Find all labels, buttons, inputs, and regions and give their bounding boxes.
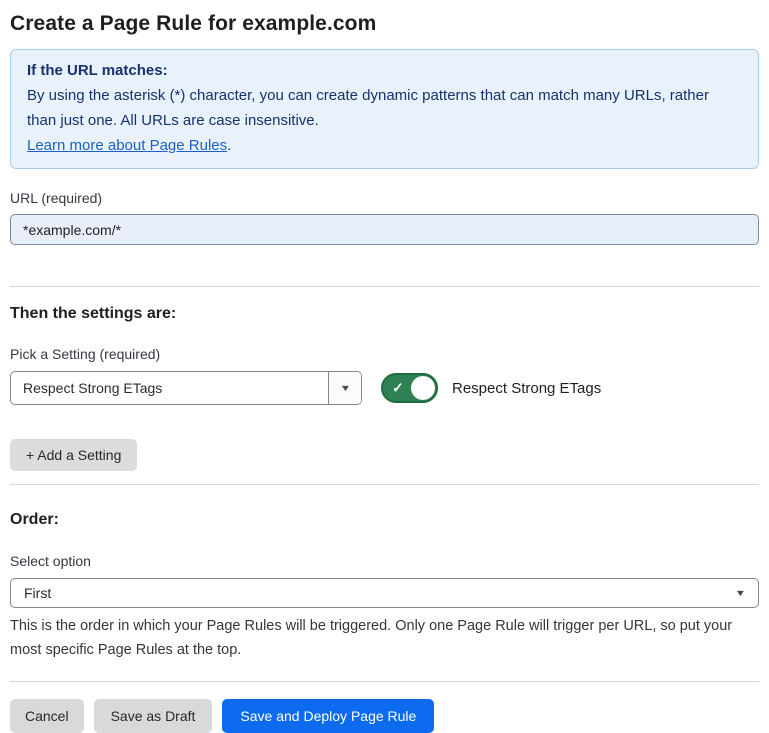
add-setting-button[interactable]: + Add a Setting <box>10 439 137 471</box>
divider <box>10 484 759 485</box>
info-box-body: By using the asterisk (*) character, you… <box>27 83 742 133</box>
info-box-link-line: Learn more about Page Rules. <box>27 133 742 158</box>
toggle-knob <box>411 376 435 400</box>
divider <box>10 681 759 682</box>
save-as-draft-button[interactable]: Save as Draft <box>94 699 213 733</box>
footer-buttons: Cancel Save as Draft Save and Deploy Pag… <box>10 699 759 733</box>
url-input[interactable] <box>10 214 759 245</box>
setting-row: Respect Strong ETags ▼ ✓ Respect Strong … <box>10 371 759 405</box>
info-box-heading: If the URL matches: <box>27 58 742 83</box>
order-help-text: This is the order in which your Page Rul… <box>10 614 759 662</box>
respect-strong-etags-toggle[interactable]: ✓ <box>381 373 438 403</box>
learn-more-link[interactable]: Learn more about Page Rules <box>27 137 227 154</box>
save-and-deploy-button[interactable]: Save and Deploy Page Rule <box>222 699 434 733</box>
url-matches-info-box: If the URL matches: By using the asteris… <box>10 49 759 169</box>
chevron-down-icon: ▼ <box>735 588 747 598</box>
setting-select-value: Respect Strong ETags <box>11 372 328 404</box>
setting-select[interactable]: Respect Strong ETags ▼ <box>10 371 362 405</box>
page-title: Create a Page Rule for example.com <box>10 12 759 36</box>
order-section-heading: Order: <box>10 511 759 529</box>
link-period: . <box>227 137 231 154</box>
order-select-label: Select option <box>10 553 759 569</box>
divider <box>10 286 759 287</box>
url-field-label: URL (required) <box>10 190 759 206</box>
settings-section-heading: Then the settings are: <box>10 305 759 323</box>
chevron-down-icon: ▼ <box>339 383 351 393</box>
order-select-value: First <box>24 585 51 601</box>
check-icon: ✓ <box>392 380 404 397</box>
toggle-label: Respect Strong ETags <box>452 380 601 397</box>
pick-setting-label: Pick a Setting (required) <box>10 346 759 362</box>
setting-select-arrow-button[interactable]: ▼ <box>328 372 361 404</box>
cancel-button[interactable]: Cancel <box>10 699 84 733</box>
order-select[interactable]: First ▼ <box>10 578 759 608</box>
